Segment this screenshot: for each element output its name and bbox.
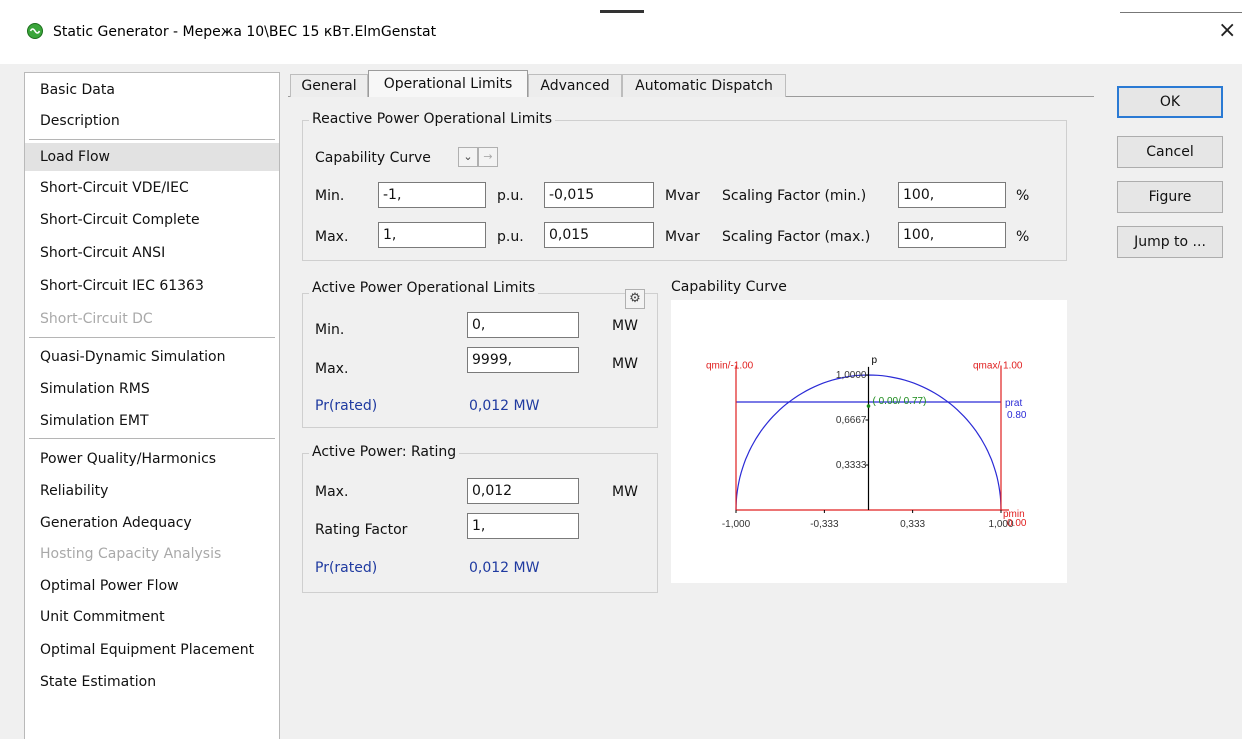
- sidebar-separator: [29, 438, 275, 439]
- sidebar-item-description[interactable]: Description: [25, 107, 279, 135]
- scaling-factor-max-input[interactable]: [898, 222, 1006, 248]
- qmin-label: qmin/-1.00: [706, 361, 754, 372]
- tab-operational-limits[interactable]: Operational Limits: [368, 70, 528, 97]
- sidebar-item-optimal-power-flow[interactable]: Optimal Power Flow: [25, 572, 279, 600]
- active-max-label: Max.: [315, 361, 349, 377]
- qmax-label: qmax/ 1.00: [973, 361, 1023, 372]
- capability-curve-dropdown[interactable]: ⌄: [458, 147, 478, 167]
- reactive-min-pu-input[interactable]: [378, 182, 486, 208]
- x-tick-label-0: -1,000: [722, 519, 751, 530]
- sidebar-item-simulation-emt[interactable]: Simulation EMT: [25, 407, 279, 435]
- x-tick-label-2: 0,333: [900, 519, 925, 530]
- tab-automatic-dispatch[interactable]: Automatic Dispatch: [622, 74, 786, 97]
- sidebar-item-short-circuit-iec-61363[interactable]: Short-Circuit IEC 61363: [25, 272, 279, 300]
- pu-unit-label: p.u.: [497, 188, 524, 204]
- pr-rated-value: 0,012 MW: [469, 560, 540, 576]
- background-window-edge: [1120, 12, 1242, 13]
- active-limits-settings-button[interactable]: ⚙: [625, 289, 645, 309]
- cancel-button[interactable]: Cancel: [1117, 136, 1223, 168]
- sidebar-item-hosting-capacity-analysis: Hosting Capacity Analysis: [40, 546, 222, 562]
- y-tick-label-0: 1,0000: [836, 370, 867, 381]
- figure-button[interactable]: Figure: [1117, 181, 1223, 213]
- sidebar-item-unit-commitment[interactable]: Unit Commitment: [25, 603, 279, 631]
- chevron-down-icon: ⌄: [463, 150, 473, 163]
- active-min-label: Min.: [315, 322, 345, 338]
- scaling-factor-min-label: Scaling Factor (min.): [722, 188, 867, 204]
- mw-unit-label: MW: [612, 318, 638, 334]
- prat-label: prat: [1005, 398, 1022, 409]
- sidebar-item-basic-data[interactable]: Basic Data: [25, 76, 279, 104]
- sidebar-item-load-flow[interactable]: Load Flow: [25, 143, 279, 171]
- x-tick-label-1: -0,333: [810, 519, 839, 530]
- rating-factor-input[interactable]: [467, 513, 579, 539]
- rating-max-input[interactable]: [467, 478, 579, 504]
- jump-to-button[interactable]: Jump to ...: [1117, 226, 1223, 258]
- sidebar-item-generation-adequacy[interactable]: Generation Adequacy: [25, 509, 279, 537]
- reactive-power-limits-title: Reactive Power Operational Limits: [309, 111, 556, 127]
- sidebar-item-short-circuit-complete[interactable]: Short-Circuit Complete: [25, 206, 279, 234]
- capability-curve-chart: p 1,0000 0,6667 0,3333 -1,000 -0,333 0,333 1,00…: [671, 300, 1067, 583]
- chart-title: Capability Curve: [671, 279, 787, 295]
- active-power-rating-title: Active Power: Rating: [309, 444, 460, 460]
- y-tick-label-1: 0,6667: [836, 415, 867, 426]
- pr-rated-label: Pr(rated): [315, 560, 378, 576]
- mvar-unit-label: Mvar: [665, 229, 700, 245]
- capability-curve-jump-button[interactable]: →: [478, 147, 498, 167]
- scaling-factor-min-input[interactable]: [898, 182, 1006, 208]
- pu-unit-label: p.u.: [497, 229, 524, 245]
- sidebar-item-short-circuit-dc: Short-Circuit DC: [40, 311, 153, 327]
- reactive-max-label: Max.: [315, 229, 349, 245]
- generator-icon: [27, 23, 43, 39]
- active-max-input[interactable]: [467, 347, 579, 373]
- sidebar-item-state-estimation[interactable]: State Estimation: [25, 668, 279, 696]
- y-tick-label-2: 0,3333: [836, 460, 867, 471]
- sidebar: Basic Data Description Load Flow Short-C…: [24, 72, 280, 739]
- active-min-input[interactable]: [467, 312, 579, 338]
- scaling-factor-max-label: Scaling Factor (max.): [722, 229, 871, 245]
- pr-rated-label: Pr(rated): [315, 398, 378, 414]
- ok-button[interactable]: OK: [1117, 86, 1223, 118]
- rating-max-label: Max.: [315, 484, 349, 500]
- rating-factor-label: Rating Factor: [315, 522, 408, 538]
- reactive-min-mvar-input[interactable]: [544, 182, 654, 208]
- percent-unit-label: %: [1016, 188, 1030, 204]
- sidebar-item-simulation-rms[interactable]: Simulation RMS: [25, 375, 279, 403]
- arrow-right-icon: →: [483, 150, 493, 163]
- sidebar-item-optimal-equipment-placement[interactable]: Optimal Equipment Placement: [25, 636, 279, 664]
- capability-curve-svg: p1,00000,66670,3333-1,000 -0,333 0,333 1,00…: [706, 355, 1027, 530]
- pr-rated-value: 0,012 MW: [469, 398, 540, 414]
- active-power-limits-title: Active Power Operational Limits: [309, 280, 539, 296]
- gear-icon: ⚙: [629, 291, 641, 306]
- mw-unit-label: MW: [612, 356, 638, 372]
- reactive-max-pu-input[interactable]: [378, 222, 486, 248]
- prat-value-label: 0.80: [1007, 410, 1027, 421]
- sidebar-item-reliability[interactable]: Reliability: [25, 477, 279, 505]
- sidebar-item-short-circuit-ansi[interactable]: Short-Circuit ANSI: [25, 239, 279, 267]
- tab-advanced[interactable]: Advanced: [528, 74, 622, 97]
- operating-point-label: ( 0.00/ 0.77): [873, 396, 927, 407]
- reactive-max-mvar-input[interactable]: [544, 222, 654, 248]
- background-window-edge: [600, 10, 644, 13]
- mvar-unit-label: Mvar: [665, 188, 700, 204]
- capability-curve-label: Capability Curve: [315, 150, 431, 166]
- window-title: Static Generator - Мережа 10\ВЕС 15 кВт.…: [53, 24, 437, 40]
- tab-general[interactable]: General: [290, 74, 368, 97]
- close-button[interactable]: ×: [1218, 18, 1236, 43]
- mw-unit-label: MW: [612, 484, 638, 500]
- sidebar-separator: [29, 337, 275, 338]
- sidebar-separator: [29, 139, 275, 140]
- pmin-value-label: 0.00: [1007, 518, 1027, 529]
- percent-unit-label: %: [1016, 229, 1030, 245]
- sidebar-item-power-quality-harmonics[interactable]: Power Quality/Harmonics: [25, 445, 279, 473]
- operating-point-marker: [866, 404, 871, 408]
- sidebar-item-short-circuit-vde-iec[interactable]: Short-Circuit VDE/IEC: [25, 174, 279, 202]
- reactive-min-label: Min.: [315, 188, 345, 204]
- sidebar-item-quasi-dynamic-simulation[interactable]: Quasi-Dynamic Simulation: [25, 343, 279, 371]
- y-axis-label: p: [872, 355, 878, 366]
